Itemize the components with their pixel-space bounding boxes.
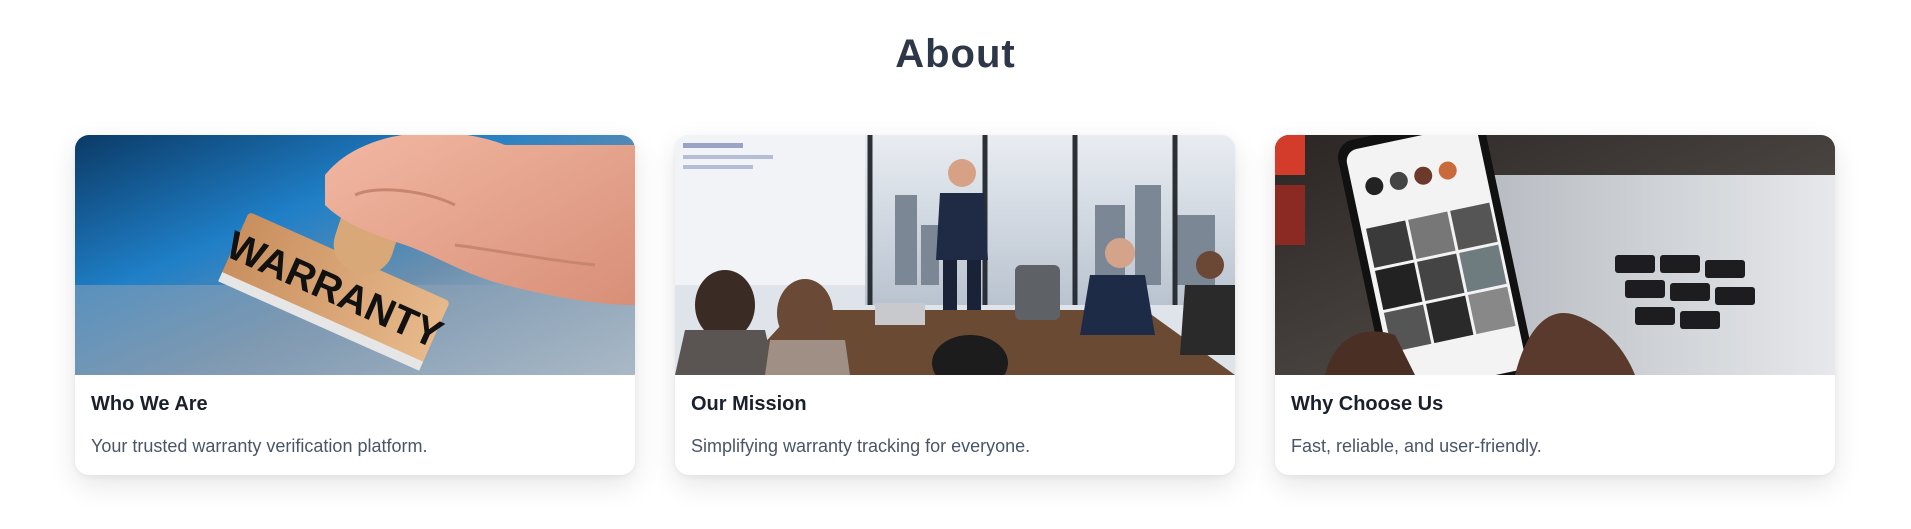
card-why-choose-us: Why Choose Us Fast, reliable, and user-f… [1275, 135, 1835, 475]
card-title: Why Choose Us [1291, 393, 1444, 415]
card-title: Who We Are [91, 393, 208, 415]
card-our-mission: Our Mission Simplifying warranty trackin… [675, 135, 1235, 475]
card-description: Simplifying warranty tracking for everyo… [691, 436, 1031, 456]
smartphone-in-hand-image [1275, 135, 1835, 375]
card-body: Why Choose Us Fast, reliable, and user-f… [1275, 375, 1835, 457]
warranty-stamp-image: WARRANTY [75, 135, 635, 375]
section-title: About [895, 32, 1016, 76]
business-meeting-image [675, 135, 1235, 375]
about-section: About WARRANTY Who We Are Your trusted w… [0, 0, 1911, 529]
card-description: Your trusted warranty verification platf… [91, 436, 428, 456]
about-cards: WARRANTY Who We Are Your trusted warrant… [75, 135, 1835, 475]
card-description: Fast, reliable, and user-friendly. [1291, 436, 1542, 456]
card-who-we-are: WARRANTY Who We Are Your trusted warrant… [75, 135, 635, 475]
card-body: Our Mission Simplifying warranty trackin… [675, 375, 1235, 457]
card-body: Who We Are Your trusted warranty verific… [75, 375, 635, 457]
card-title: Our Mission [691, 393, 807, 415]
